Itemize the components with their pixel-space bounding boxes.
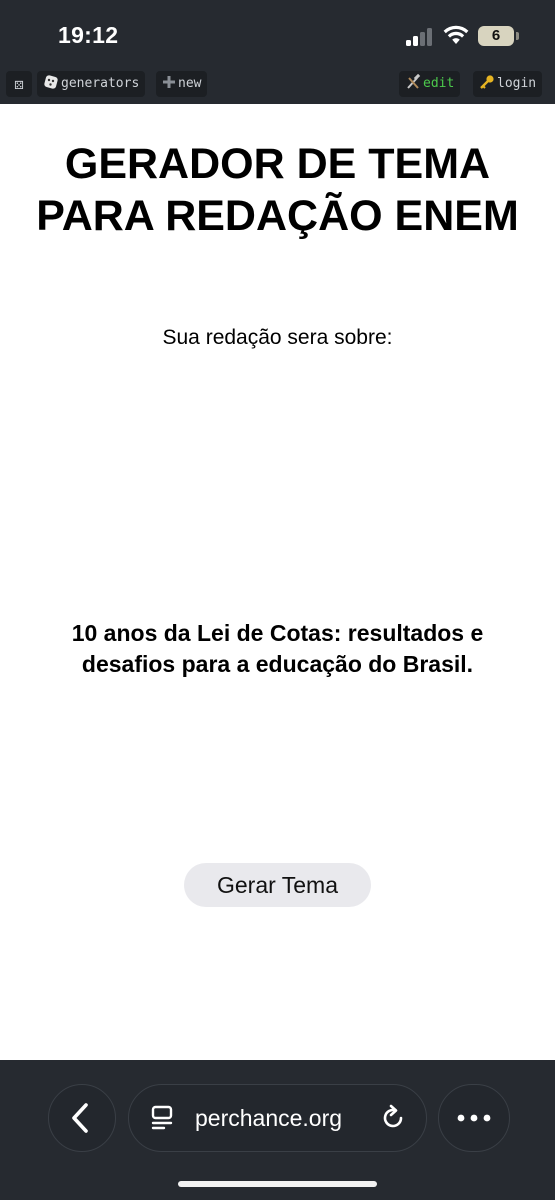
key-icon xyxy=(480,75,494,89)
chevron-left-icon xyxy=(71,1102,88,1133)
dice-icon: ⚄ xyxy=(14,75,24,93)
more-button[interactable] xyxy=(438,1084,510,1152)
edit-label: edit xyxy=(423,76,455,91)
theme-line-2: desafios para a educação do Brasil. xyxy=(81,651,474,677)
battery-tip xyxy=(516,32,519,40)
hammer-wrench-icon xyxy=(407,74,421,89)
game-die-icon xyxy=(44,75,58,89)
page-title: GERADOR DE TEMA PARA REDAÇÃO ENEM xyxy=(0,138,555,242)
address-bar[interactable]: perchance.org xyxy=(128,1084,427,1152)
battery-icon: 6 xyxy=(478,26,514,46)
new-button[interactable]: new xyxy=(156,71,208,97)
generate-theme-button[interactable]: Gerar Tema xyxy=(184,863,371,907)
generators-label: generators xyxy=(61,76,140,91)
cellular-signal-icon xyxy=(406,28,434,46)
dice-menu-button[interactable]: ⚄ xyxy=(6,71,32,97)
title-line-1: GERADOR DE TEMA xyxy=(64,140,491,188)
edit-button[interactable]: edit xyxy=(399,71,461,97)
generated-theme: 10 anos da Lei de Cotas: resultados e de… xyxy=(20,618,535,680)
back-button[interactable] xyxy=(48,1084,116,1152)
status-time: 19:12 xyxy=(58,22,119,48)
wifi-icon xyxy=(443,25,469,44)
login-label: login xyxy=(497,76,537,91)
generator-page: GERADOR DE TEMA PARA REDAÇÃO ENEM Sua re… xyxy=(0,104,555,1060)
new-label: new xyxy=(178,76,202,91)
site-top-bar: ⚄ generators new edit login xyxy=(0,64,555,104)
generators-button[interactable]: generators xyxy=(37,71,146,97)
intro-text: Sua redação sera sobre: xyxy=(162,326,393,349)
reload-icon[interactable] xyxy=(379,1104,407,1132)
url-text: perchance.org xyxy=(195,1105,343,1131)
plus-icon xyxy=(163,76,175,88)
title-line-2: PARA REDAÇÃO ENEM xyxy=(36,192,519,240)
page-menu-icon xyxy=(151,1105,173,1130)
status-bar: 19:12 6 xyxy=(0,0,555,64)
browser-toolbar: perchance.org xyxy=(0,1060,555,1200)
login-button[interactable]: login xyxy=(473,71,543,97)
theme-line-1: 10 anos da Lei de Cotas: resultados e xyxy=(71,620,484,646)
more-dots-icon xyxy=(457,1114,490,1121)
home-indicator xyxy=(178,1181,377,1187)
